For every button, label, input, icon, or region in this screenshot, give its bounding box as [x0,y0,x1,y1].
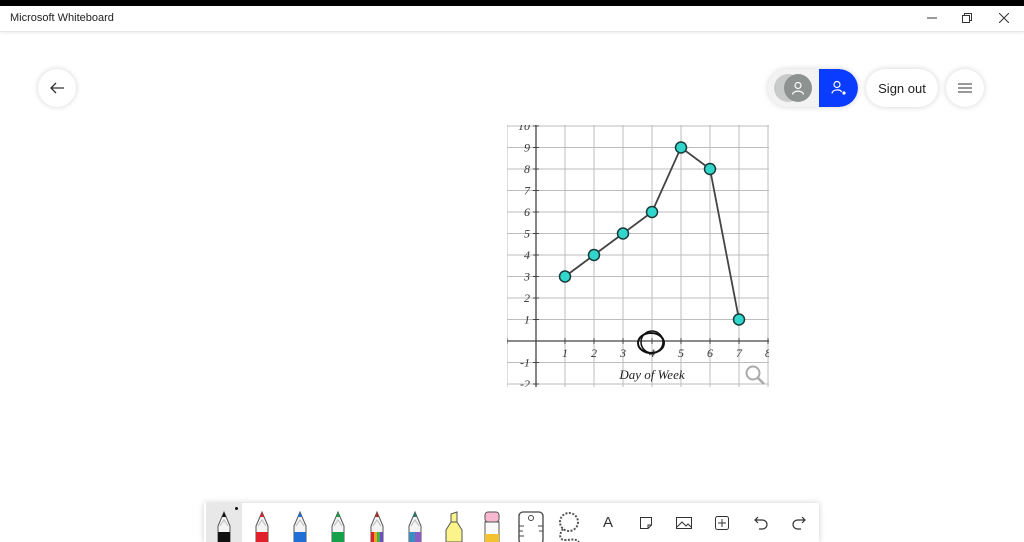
pen-green-icon [331,510,345,542]
pen-galaxy-icon [408,510,422,542]
undo-icon [754,516,768,530]
tool-pen-black[interactable] [206,503,242,542]
data-point [732,313,746,326]
chart-tick-labels: 11234567810987654321-1-2 [507,125,769,387]
y-tick-label: 10 [518,125,530,133]
window-title: Microsoft Whiteboard [10,12,114,24]
tool-lasso[interactable] [551,503,587,542]
pen-red-icon [255,510,269,542]
y-tick-label: -1 [520,356,530,370]
close-button[interactable] [989,8,1019,28]
y-tick-label: 3 [523,270,530,284]
title-bar: Microsoft Whiteboard [0,6,1024,32]
restore-icon [962,13,972,23]
person-icon [791,81,805,95]
share-toggle[interactable] [768,69,858,107]
tool-sticky-note[interactable] [628,503,664,542]
minimize-button[interactable] [917,8,947,28]
y-tick-label: 2 [524,291,530,305]
insert-icon [715,515,729,530]
sign-out-button[interactable]: Sign out [866,69,938,107]
pen-rainbow-icon [370,510,384,542]
data-point [703,162,717,176]
y-tick-label: -2 [520,377,530,387]
redo-icon [792,516,806,530]
tool-highlighter[interactable] [436,503,472,542]
inking-toolbar: A [204,503,819,542]
data-point [674,141,688,154]
x-tick-label: 1 [562,346,568,360]
chart-grid [507,125,769,387]
hamburger-menu-icon [958,83,972,93]
sticky-note-icon [640,516,652,529]
tool-pen-green[interactable] [320,503,356,542]
restore-button[interactable] [952,8,982,28]
x-tick-label: 3 [619,346,626,360]
y-tick-label: 1 [524,313,530,327]
x-tick-label: 2 [591,346,597,360]
y-tick-label: 9 [524,141,530,155]
y-tick-label: 6 [524,205,530,219]
highlighter-icon [445,511,463,542]
pen-blue-icon [293,510,307,542]
data-point [616,227,630,240]
text-icon: A [602,514,613,531]
tool-pen-red[interactable] [244,503,280,542]
tool-redo[interactable] [781,503,817,542]
y-tick-label: 8 [524,162,530,176]
y-tick-label: 5 [524,227,530,241]
x-tick-label: 6 [707,346,713,360]
arrow-left-icon [50,82,64,94]
y-tick-label: 7 [524,184,531,198]
tool-pen-blue[interactable] [282,503,318,542]
person-add-icon [830,80,846,95]
line-chart-image[interactable]: 11234567810987654321-1-2 Day of Week [507,125,769,387]
x-axis-label: Day of Week [618,367,684,382]
tool-pen-rainbow[interactable] [359,503,395,542]
chart-axes [507,125,769,387]
y-tick-label: 4 [524,248,530,262]
tool-eraser[interactable] [474,503,510,542]
tool-pen-galaxy[interactable] [397,503,433,542]
minimize-icon [927,17,937,19]
x-tick-label: 7 [736,346,743,360]
eraser-icon [484,511,500,542]
menu-button[interactable] [946,69,984,107]
selected-dot [235,507,238,510]
pen-black-icon [217,510,231,542]
toggle-knob[interactable] [784,74,812,102]
x-tick-label: 5 [678,346,684,360]
back-button[interactable] [38,69,76,107]
invite-button[interactable] [819,69,858,107]
ruler-icon [518,511,544,542]
image-icon [676,516,692,529]
magnifier-icon[interactable] [745,365,765,385]
data-point [645,205,659,219]
tool-undo[interactable] [743,503,779,542]
tool-image[interactable] [666,503,702,542]
tool-insert[interactable] [704,503,740,542]
tool-ruler[interactable] [513,503,549,542]
data-point [558,270,572,283]
tool-text[interactable]: A [590,503,626,542]
data-point [587,248,601,262]
lasso-icon [559,512,580,542]
x-tick-label: 8 [765,346,769,360]
close-icon [999,13,1009,23]
